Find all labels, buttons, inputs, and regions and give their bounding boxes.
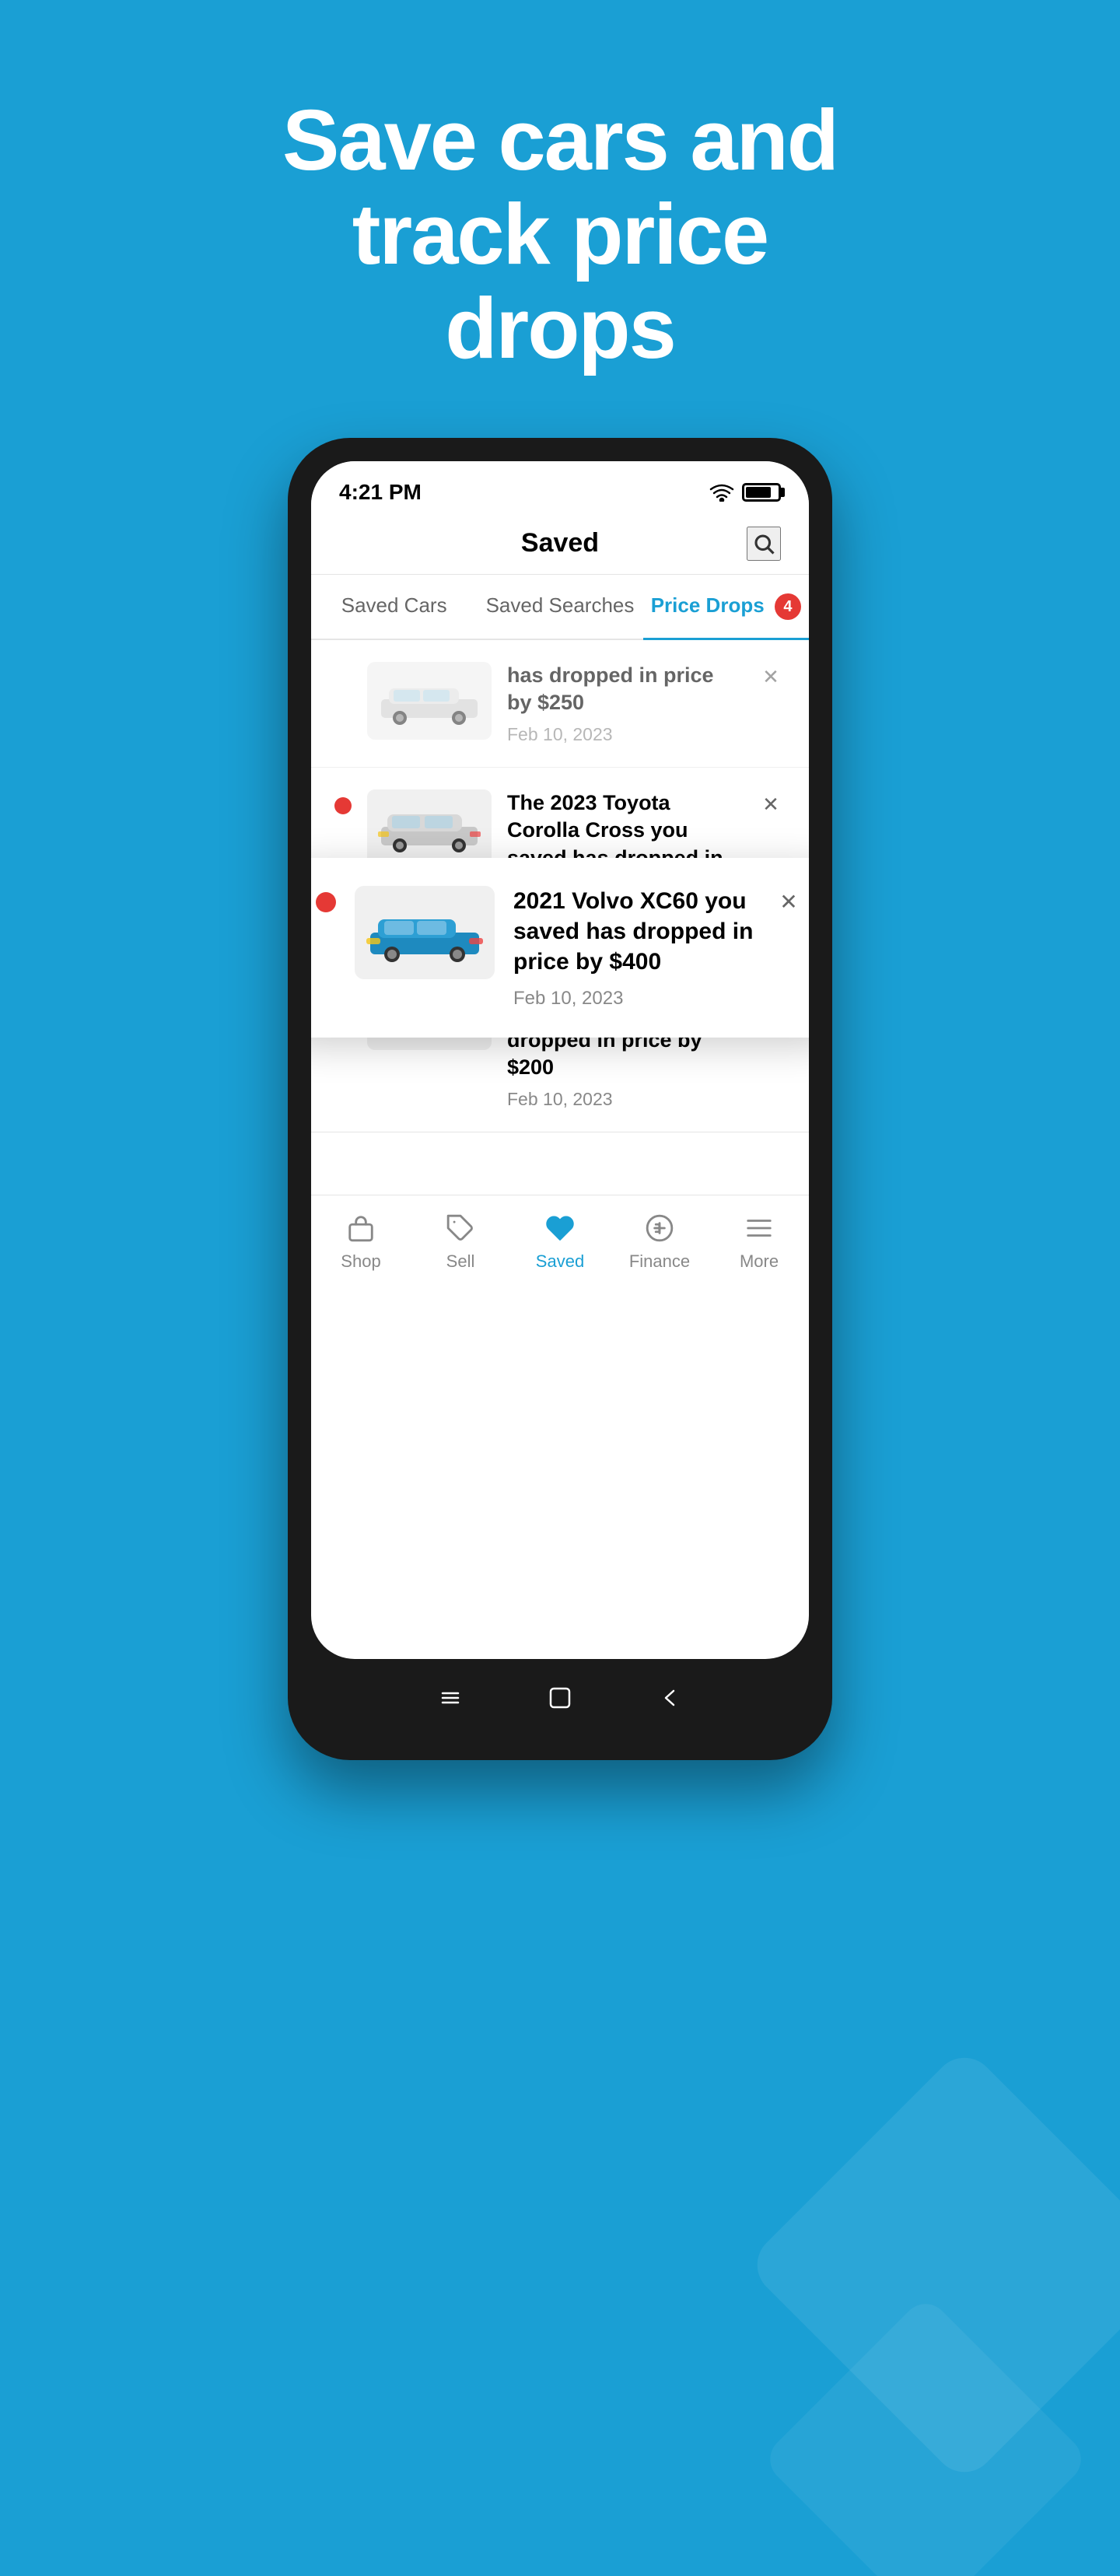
wifi-icon bbox=[709, 483, 734, 502]
battery-fill bbox=[746, 487, 771, 498]
notif-title: 2021 Volvo XC60 you saved has dropped in… bbox=[513, 886, 754, 977]
nav-label-finance: Finance bbox=[629, 1251, 690, 1272]
nav-label-more: More bbox=[740, 1251, 779, 1272]
sell-icon bbox=[443, 1211, 478, 1245]
drop-close-button-1[interactable]: ✕ bbox=[756, 789, 786, 819]
notif-close-button[interactable]: ✕ bbox=[773, 886, 804, 917]
tab-price-drops[interactable]: Price Drops 4 bbox=[643, 575, 809, 639]
notif-content: 2021 Volvo XC60 you saved has dropped in… bbox=[513, 886, 754, 1010]
phone-frame: 4:21 PM bbox=[288, 438, 832, 1760]
bottom-nav: Shop Sell bbox=[311, 1195, 809, 1295]
hero-line2: track price drops bbox=[352, 187, 768, 376]
drop-car-img-0 bbox=[367, 662, 492, 740]
header-search-button[interactable] bbox=[747, 527, 781, 561]
status-bar: 4:21 PM bbox=[311, 461, 809, 513]
blue-car-svg bbox=[362, 898, 487, 968]
nav-label-saved: Saved bbox=[536, 1251, 584, 1272]
phone-screen: 4:21 PM bbox=[311, 461, 809, 1659]
hero-text: Save cars and track price drops bbox=[210, 0, 910, 438]
notif-car-image bbox=[355, 886, 495, 979]
battery-icon bbox=[742, 483, 781, 502]
content-area: 2021 Volvo XC60 you saved has dropped in… bbox=[311, 640, 809, 1195]
drop-title-0: has dropped in price by $250 bbox=[507, 662, 740, 716]
app-header: Saved bbox=[311, 513, 809, 575]
page-wrapper: Save cars and track price drops 4:21 PM bbox=[0, 0, 1120, 2576]
notif-unread-dot bbox=[316, 892, 336, 912]
tabs-row: Saved Cars Saved Searches Price Drops 4 bbox=[311, 575, 809, 640]
drop-item-0: has dropped in price by $250 Feb 10, 202… bbox=[311, 640, 809, 768]
header-title: Saved bbox=[521, 528, 599, 558]
shop-icon bbox=[344, 1211, 378, 1245]
nav-item-finance[interactable]: Finance bbox=[610, 1211, 709, 1272]
drop-dot-1 bbox=[334, 797, 352, 814]
search-icon bbox=[752, 532, 775, 555]
status-time: 4:21 PM bbox=[339, 480, 422, 505]
android-home-button[interactable] bbox=[543, 1681, 577, 1715]
drop-close-button-0[interactable]: ✕ bbox=[756, 662, 786, 691]
nav-label-shop: Shop bbox=[341, 1251, 380, 1272]
content-spacer bbox=[311, 1132, 809, 1195]
car-svg-1 bbox=[375, 797, 484, 859]
tab-saved-cars[interactable]: Saved Cars bbox=[311, 575, 477, 639]
nav-label-sell: Sell bbox=[446, 1251, 475, 1272]
hero-line1: Save cars and bbox=[282, 93, 838, 188]
android-back-button[interactable] bbox=[433, 1681, 467, 1715]
nav-item-more[interactable]: More bbox=[709, 1211, 809, 1272]
phone-container: 4:21 PM bbox=[288, 438, 832, 1760]
tab-saved-searches[interactable]: Saved Searches bbox=[477, 575, 642, 639]
car-svg-0 bbox=[375, 670, 484, 732]
saved-icon bbox=[543, 1211, 577, 1245]
price-drops-badge: 4 bbox=[775, 593, 801, 620]
drop-date-0: Feb 10, 2023 bbox=[507, 724, 740, 745]
android-recents-button[interactable] bbox=[653, 1681, 687, 1715]
drop-content-0: has dropped in price by $250 Feb 10, 202… bbox=[507, 662, 740, 745]
nav-item-sell[interactable]: Sell bbox=[411, 1211, 510, 1272]
finance-icon bbox=[642, 1211, 677, 1245]
notif-date: Feb 10, 2023 bbox=[513, 988, 754, 1010]
status-icons bbox=[709, 483, 781, 502]
notification-popup: 2021 Volvo XC60 you saved has dropped in… bbox=[311, 858, 809, 1038]
drop-car-img-1 bbox=[367, 789, 492, 867]
nav-item-saved[interactable]: Saved bbox=[510, 1211, 610, 1272]
android-nav-bar bbox=[311, 1659, 809, 1737]
more-icon bbox=[742, 1211, 776, 1245]
nav-item-shop[interactable]: Shop bbox=[311, 1211, 411, 1272]
drop-date-2: Feb 10, 2023 bbox=[507, 1089, 740, 1110]
